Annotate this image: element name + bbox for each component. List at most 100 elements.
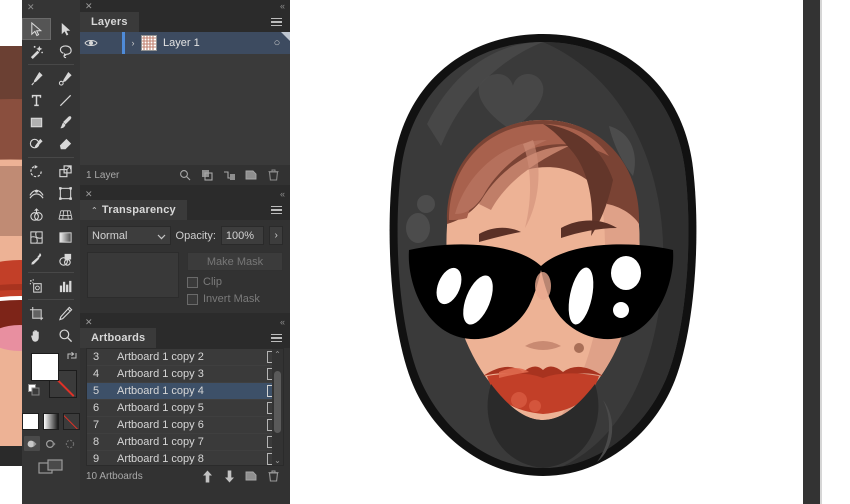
clip-checkbox-row[interactable]: Clip	[187, 276, 283, 288]
shape-builder-tool[interactable]	[22, 204, 51, 226]
eyedropper-tool[interactable]	[22, 248, 51, 270]
layers-tab-bar[interactable]: Layers	[80, 12, 290, 32]
layers-collapse-icon[interactable]: «	[280, 1, 285, 11]
woman-with-hood-and-sunglasses[interactable]	[383, 28, 703, 483]
locate-object-button[interactable]	[174, 167, 196, 183]
tools-panel-close-icon[interactable]: ✕	[22, 0, 80, 16]
transparency-thumbnail[interactable]	[87, 252, 179, 298]
move-down-button[interactable]	[218, 468, 240, 484]
opacity-flyout-button[interactable]: ›	[269, 226, 284, 245]
symbol-sprayer-tool[interactable]	[22, 275, 51, 297]
selection-tool[interactable]	[22, 18, 51, 40]
artboard-tool[interactable]	[22, 302, 51, 324]
width-tool[interactable]	[22, 182, 51, 204]
layers-close-icon[interactable]: ✕	[85, 1, 93, 11]
visibility-eye-icon[interactable]	[80, 38, 102, 48]
mesh-tool[interactable]	[22, 226, 51, 248]
column-graph-tool[interactable]	[51, 275, 80, 297]
artboard-row[interactable]: 8 Artboard 1 copy 7	[87, 434, 283, 451]
layers-list[interactable]: › Layer 1 ○	[80, 32, 290, 165]
transparency-panel-menu-icon[interactable]	[271, 206, 282, 216]
expand-layer-icon[interactable]: ›	[125, 38, 141, 48]
artboard-row[interactable]: 9 Artboard 1 copy 8	[87, 451, 283, 465]
tools-panel[interactable]: ✕	[22, 0, 81, 504]
layer-name[interactable]: Layer 1	[163, 37, 264, 49]
layers-empty-area[interactable]	[80, 54, 290, 165]
gradient-button[interactable]	[42, 413, 60, 430]
draw-inside-icon[interactable]	[62, 436, 78, 451]
rectangle-tool[interactable]	[22, 111, 51, 133]
layer-row[interactable]: › Layer 1 ○	[80, 32, 290, 54]
transparency-tab-bar[interactable]: ⌃ Transparency	[80, 200, 290, 220]
artboards-collapse-icon[interactable]: «	[280, 317, 285, 327]
tab-artboards[interactable]: Artboards	[80, 328, 157, 348]
curvature-tool[interactable]	[51, 67, 80, 89]
artboard-name[interactable]: Artboard 1 copy 5	[117, 402, 259, 414]
invert-mask-checkbox[interactable]	[187, 293, 198, 305]
scroll-up-icon[interactable]: ⌃	[272, 349, 283, 359]
artboard-row[interactable]: 7 Artboard 1 copy 6	[87, 417, 283, 434]
paintbrush-tool[interactable]	[51, 111, 80, 133]
scroll-down-icon[interactable]: ⌄	[272, 455, 283, 465]
type-tool[interactable]	[22, 89, 51, 111]
perspective-grid-tool[interactable]	[51, 204, 80, 226]
artboard-name[interactable]: Artboard 1 copy 7	[117, 436, 259, 448]
transparency-collapse-icon[interactable]: «	[280, 189, 285, 199]
artboard-row[interactable]: 4 Artboard 1 copy 3	[87, 366, 283, 383]
magic-wand-tool[interactable]	[22, 40, 51, 62]
blend-mode-select[interactable]: Normal	[87, 226, 171, 245]
pen-tool[interactable]	[22, 67, 51, 89]
direct-selection-tool[interactable]	[51, 18, 80, 40]
color-button[interactable]	[22, 413, 39, 430]
gradient-tool[interactable]	[51, 226, 80, 248]
eraser-tool[interactable]	[51, 133, 80, 155]
none-button[interactable]	[63, 413, 81, 430]
line-segment-tool[interactable]	[51, 89, 80, 111]
blend-tool[interactable]	[51, 248, 80, 270]
rotate-tool[interactable]	[22, 160, 51, 182]
create-new-layer-button[interactable]	[240, 167, 262, 183]
artboard-row[interactable]: 6 Artboard 1 copy 5	[87, 400, 283, 417]
artboard-row[interactable]: 3 Artboard 1 copy 2	[87, 349, 283, 366]
artboard-name[interactable]: Artboard 1 copy 4	[117, 385, 259, 397]
artboards-panel-menu-icon[interactable]	[271, 334, 282, 344]
clip-checkbox[interactable]	[187, 276, 198, 288]
scale-tool[interactable]	[51, 160, 80, 182]
tool-buttons-group[interactable]	[22, 16, 80, 346]
change-screen-mode-icon[interactable]	[22, 459, 80, 475]
tab-transparency[interactable]: ⌃ Transparency	[80, 200, 187, 220]
drawing-mode-buttons[interactable]	[22, 436, 80, 451]
scrollbar-thumb[interactable]	[274, 371, 281, 433]
fill-swatch[interactable]	[31, 353, 59, 381]
draw-behind-icon[interactable]	[43, 436, 59, 451]
free-transform-tool[interactable]	[51, 182, 80, 204]
layer-thumbnail[interactable]	[141, 35, 157, 51]
artboards-scrollbar[interactable]: ⌃ ⌄	[272, 349, 283, 465]
layers-panel-menu-icon[interactable]	[271, 18, 282, 28]
artboard-name[interactable]: Artboard 1 copy 3	[117, 368, 259, 380]
artboard-row-selected[interactable]: 5 Artboard 1 copy 4	[87, 383, 283, 400]
delete-artboard-button[interactable]	[262, 468, 284, 484]
artboard-name[interactable]: Artboard 1 copy 2	[117, 351, 259, 363]
slice-tool[interactable]	[51, 302, 80, 324]
color-mode-buttons[interactable]	[22, 413, 81, 430]
delete-selection-button[interactable]	[262, 167, 284, 183]
shaper-tool[interactable]	[22, 133, 51, 155]
hand-tool[interactable]	[22, 324, 51, 346]
artboard-name[interactable]: Artboard 1 copy 8	[117, 453, 259, 465]
create-new-sublayer-button[interactable]	[218, 167, 240, 183]
invert-mask-checkbox-row[interactable]: Invert Mask	[187, 293, 283, 305]
tab-layers[interactable]: Layers	[80, 12, 139, 32]
fill-stroke-swatches[interactable]	[22, 350, 80, 412]
new-artboard-button[interactable]	[240, 468, 262, 484]
lasso-tool[interactable]	[51, 40, 80, 62]
artboards-list[interactable]: 3 Artboard 1 copy 2 4 Artboard 1 copy 3 …	[86, 348, 284, 466]
artboard-name[interactable]: Artboard 1 copy 6	[117, 419, 259, 431]
opacity-input[interactable]: 100%	[220, 226, 265, 245]
make-mask-button[interactable]: Make Mask	[187, 252, 283, 271]
artboards-tab-bar[interactable]: Artboards	[80, 328, 290, 348]
zoom-tool[interactable]	[51, 324, 80, 346]
transparency-close-icon[interactable]: ✕	[85, 189, 93, 199]
default-fill-stroke-icon[interactable]	[28, 384, 41, 397]
draw-normal-icon[interactable]	[24, 436, 40, 451]
